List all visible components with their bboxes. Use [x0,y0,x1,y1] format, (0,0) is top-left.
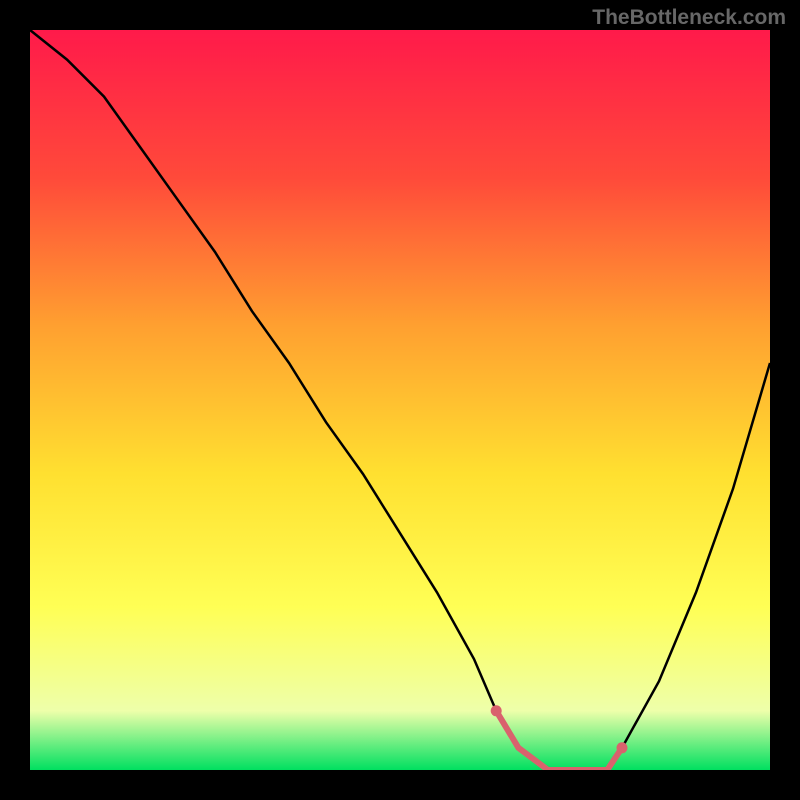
watermark-text: TheBottleneck.com [592,6,786,30]
chart-svg [30,30,770,770]
highlight-dot [491,705,502,716]
chart-plot-area [30,30,770,770]
highlight-dot [617,742,628,753]
chart-background [30,30,770,770]
